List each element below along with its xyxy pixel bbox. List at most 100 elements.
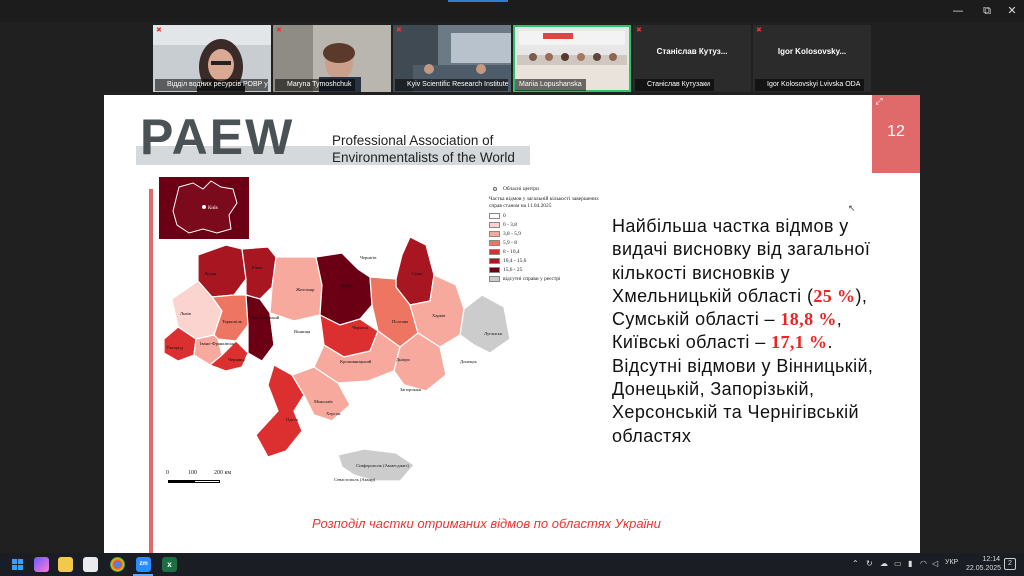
- city-label: Івано-Франківськ: [200, 341, 235, 346]
- windows-taskbar: zm x ⌃ ↻ ☁ ▭ ▮ ◠ ◁ УКР 12:14 22.05.2025 …: [0, 553, 1024, 576]
- participant-display-name: Igor Kolosovsky...: [777, 47, 847, 56]
- logo-acronym: PAEW: [140, 109, 295, 165]
- logo-subtitle: Professional Association of Environmenta…: [332, 132, 515, 166]
- legend-swatch: [489, 240, 500, 246]
- maximize-button[interactable]: ⧉: [979, 3, 995, 19]
- city-label: Львів: [180, 311, 192, 316]
- slide-accent-line: [149, 189, 153, 553]
- body-text: Київські області –: [612, 332, 772, 353]
- file-explorer-icon[interactable]: [58, 557, 73, 572]
- volume-icon[interactable]: ◁: [932, 559, 938, 568]
- legend-label: відсутні справи у реєстрі: [503, 276, 561, 282]
- scale-tick: 100: [188, 470, 197, 476]
- kyiv-inset-map: Київ: [159, 177, 249, 239]
- legend-swatch: [489, 231, 500, 237]
- battery-icon[interactable]: ▮: [908, 559, 912, 568]
- cloud-icon[interactable]: ☁: [880, 559, 888, 568]
- sync-icon[interactable]: ↻: [866, 559, 873, 568]
- zoom-app-icon[interactable]: zm: [136, 557, 151, 572]
- city-label: Миколаїв: [314, 399, 333, 404]
- logo-subtitle-line2: Environmentalists of the World: [332, 150, 515, 165]
- legend-label: 8 - 10,4: [503, 249, 520, 255]
- legend-label: 15,6 - 25: [503, 267, 523, 273]
- city-label: Тернопіль: [222, 319, 242, 324]
- language-indicator[interactable]: УКР: [945, 559, 958, 566]
- mic-muted-icon: ✖: [756, 27, 762, 34]
- participant-tile-active[interactable]: Mariia Lopushanska: [513, 25, 631, 92]
- city-label: Черкаси: [352, 325, 369, 330]
- city-label: Рівне: [252, 265, 263, 270]
- highlight-value: 17,1 %: [771, 332, 828, 353]
- excel-icon[interactable]: x: [162, 557, 177, 572]
- city-label: Житомир: [296, 287, 315, 292]
- clock-time: 12:14: [982, 556, 1000, 563]
- printer-icon[interactable]: ▭: [894, 559, 902, 568]
- legend-label: 0: [503, 213, 506, 219]
- legend-label: Обласні центри: [503, 186, 539, 192]
- city-label: Суми: [412, 271, 423, 276]
- notification-icon[interactable]: 2: [1004, 558, 1016, 570]
- participant-tile[interactable]: ✖ Kyiv Scientific Research Institute: [393, 25, 511, 92]
- inset-city-label: Київ: [208, 206, 218, 211]
- shared-slide: 12 PAEW Professional Association of Envi…: [104, 95, 920, 553]
- participant-tile[interactable]: Станіслав Кутуз... ✖ Станіслав Кутузаки: [633, 25, 751, 92]
- city-label: Луганськ: [484, 331, 503, 336]
- close-button[interactable]: ✕: [1004, 3, 1020, 19]
- legend-title: Частка відмов у загальній кількості заве…: [489, 196, 599, 209]
- participant-name: Kyiv Scientific Research Institute: [395, 79, 509, 91]
- oblast-khmelnytskyi: [245, 294, 275, 362]
- slide-number: 12: [887, 123, 905, 140]
- body-line: кількості висновків у: [612, 262, 791, 283]
- copilot-icon[interactable]: [34, 557, 49, 572]
- participant-display-name: Станіслав Кутуз...: [656, 47, 728, 56]
- clock[interactable]: 12:14 22.05.2025: [966, 555, 1001, 573]
- minimize-button[interactable]: —: [950, 3, 966, 19]
- mouse-cursor-icon: ↖: [848, 203, 856, 213]
- city-point-icon: [493, 187, 497, 191]
- map-caption: Розподіл частки отриманих відмов по обла…: [312, 516, 661, 531]
- fullscreen-icon[interactable]: ⤢: [874, 96, 884, 106]
- body-text: ,: [836, 309, 843, 330]
- participant-tile[interactable]: ✖ Відділ водних ресурсів РОВР у ...: [153, 25, 271, 92]
- mic-muted-icon: ✖: [276, 27, 282, 34]
- participant-name: Igor Kolosovskyi Lvivska ODA: [755, 79, 865, 91]
- chrome-icon[interactable]: [110, 557, 125, 572]
- scale-tick: 200 км: [214, 470, 232, 476]
- city-label: Луцьк: [204, 271, 217, 276]
- map-scalebar: 0 100 200 км: [166, 470, 256, 490]
- legend-label: 5,9 - 8: [503, 240, 517, 246]
- city-label: Хмельницький: [250, 315, 280, 320]
- participant-tile[interactable]: Igor Kolosovsky... ✖ Igor Kolosovskyi Lv…: [753, 25, 871, 92]
- city-label: Сімферополь (Акмесджит): [356, 463, 409, 468]
- participant-name: Станіслав Кутузаки: [635, 79, 715, 91]
- body-text: Хмельницькій області (: [612, 285, 814, 306]
- document-icon[interactable]: [83, 557, 98, 572]
- legend-swatch: [489, 267, 500, 273]
- scale-tick: 0: [166, 470, 169, 476]
- legend-class-row: 8 - 10,4: [489, 248, 609, 257]
- legend-label: 3,8 - 5,9: [503, 231, 521, 237]
- city-label: Дніпро: [396, 357, 411, 362]
- mic-muted-icon: ✖: [156, 27, 162, 34]
- city-label: Кропивницький: [340, 359, 372, 364]
- legend-label: 0 - 3,8: [503, 222, 517, 228]
- chevron-up-icon[interactable]: ⌃: [852, 559, 859, 568]
- legend-class-row: 3,8 - 5,9: [489, 230, 609, 239]
- oblast-rivne: [241, 246, 277, 300]
- city-label: Полтава: [392, 319, 408, 324]
- wifi-icon[interactable]: ◠: [920, 559, 927, 568]
- city-label: Донецьк: [460, 359, 477, 364]
- start-icon[interactable]: [10, 557, 25, 572]
- body-line: Херсонській та Чернігівській: [612, 402, 859, 423]
- city-label: Київ: [342, 283, 352, 288]
- legend-class-row: 0 - 3,8: [489, 221, 609, 230]
- body-line: областях: [612, 425, 692, 446]
- body-line: видачі висновку від загальної: [612, 239, 871, 260]
- window-titlebar: — ⧉ ✕: [0, 0, 1024, 22]
- map-legend: Обласні центри Частка відмов у загальній…: [489, 185, 609, 284]
- mic-muted-icon: ✖: [636, 27, 642, 34]
- mic-muted-icon: ✖: [396, 27, 402, 34]
- participant-tile[interactable]: ✖ Maryna Tymoshchuk: [273, 25, 391, 92]
- legend-class-row: відсутні справи у реєстрі: [489, 275, 609, 284]
- body-text: .: [827, 332, 833, 353]
